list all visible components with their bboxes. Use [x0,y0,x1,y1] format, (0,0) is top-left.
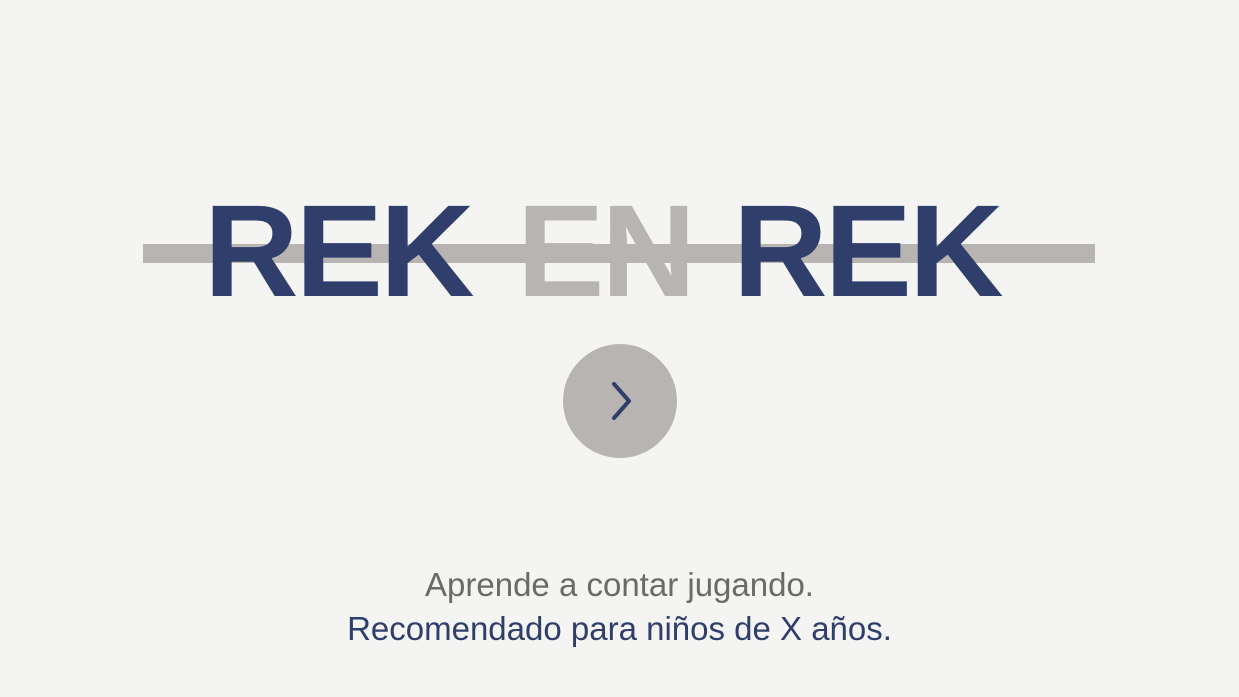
logo-word-rek-left: REK [204,177,475,324]
tagline-description: Aprende a contar jugando. [425,566,814,603]
next-button[interactable] [563,344,677,458]
logo-word-en: EN [517,177,696,324]
start-screen: REK EN REK Aprende a contar jugando. Rec… [0,0,1239,697]
tagline-age-recommendation: Recomendado para niños de X años. [347,610,892,647]
logo-word-rek-right: REK [733,177,1004,324]
chevron-right-icon [612,382,631,420]
